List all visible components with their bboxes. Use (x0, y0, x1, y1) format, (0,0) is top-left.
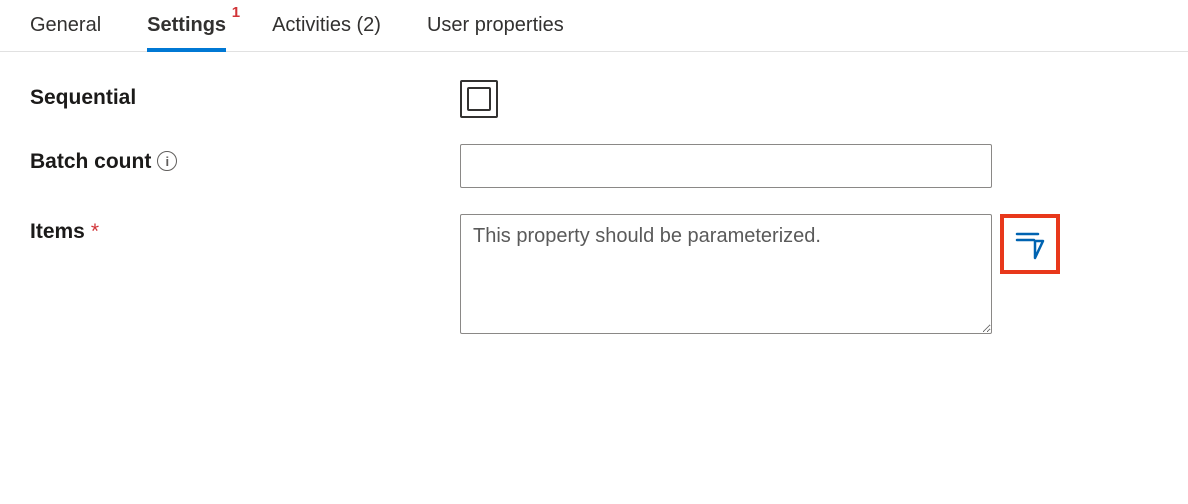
tab-activities[interactable]: Activities (2) (272, 14, 381, 51)
add-dynamic-content-button[interactable] (1000, 214, 1060, 274)
tab-settings[interactable]: Settings 1 (147, 14, 226, 51)
batch-count-input[interactable] (460, 144, 992, 188)
row-sequential: Sequential (30, 80, 1158, 118)
checkbox-outline-icon (467, 87, 491, 111)
items-label: Items * (30, 214, 460, 244)
tab-user-properties[interactable]: User properties (427, 14, 564, 51)
tab-activities-label: Activities (2) (272, 14, 381, 36)
info-icon[interactable]: i (157, 151, 177, 171)
required-mark: * (91, 220, 99, 244)
batch-count-label-text: Batch count (30, 150, 151, 174)
tab-settings-badge: 1 (232, 4, 240, 21)
items-label-text: Items (30, 220, 85, 244)
tab-general-label: General (30, 14, 101, 36)
tab-general[interactable]: General (30, 14, 101, 51)
tab-strip: General Settings 1 Activities (2) User p… (0, 0, 1188, 52)
settings-form: Sequential Batch count i Items * (0, 52, 1188, 334)
items-input[interactable] (460, 214, 992, 334)
batch-count-label: Batch count i (30, 144, 460, 174)
sequential-label: Sequential (30, 80, 460, 110)
row-items: Items * (30, 214, 1158, 334)
tab-user-properties-label: User properties (427, 14, 564, 36)
dynamic-content-icon (1014, 228, 1046, 260)
row-batch-count: Batch count i (30, 144, 1158, 188)
tab-settings-label: Settings (147, 14, 226, 36)
sequential-checkbox[interactable] (460, 80, 498, 118)
